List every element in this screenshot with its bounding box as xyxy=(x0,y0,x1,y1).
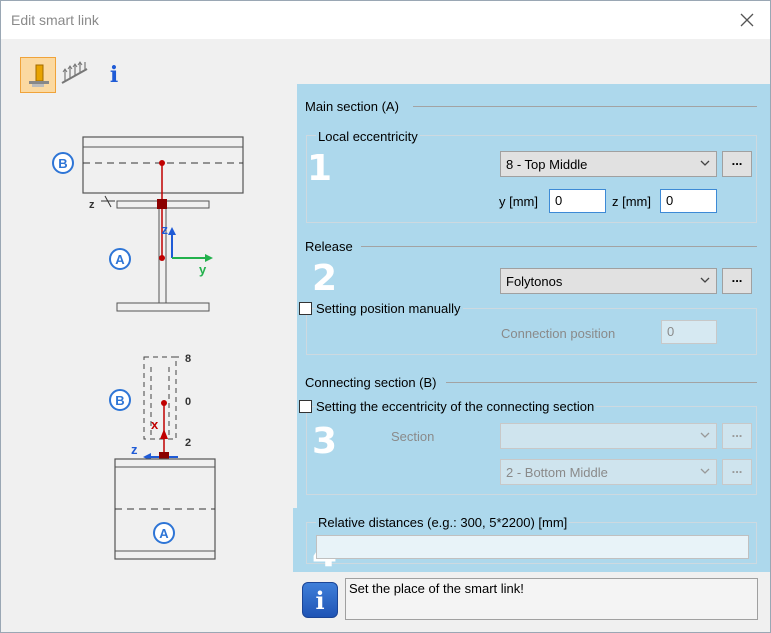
section-marker-3: 3 xyxy=(312,421,338,462)
smart-link-icon xyxy=(29,64,49,87)
load-arrows-button[interactable] xyxy=(58,57,94,93)
chevron-down-icon xyxy=(700,160,710,166)
connecting-position-select[interactable]: 2 - Bottom Middle xyxy=(500,459,717,485)
info-message-icon: i xyxy=(302,582,338,618)
close-button[interactable] xyxy=(734,7,760,33)
y-mm-input[interactable]: 0 xyxy=(549,189,606,213)
distributed-load-icon xyxy=(61,61,88,84)
chevron-down-icon xyxy=(700,468,710,474)
connecting-section-header: Connecting section (B) xyxy=(305,375,437,390)
diagram-z-small: z xyxy=(89,199,95,211)
release-header: Release xyxy=(305,239,353,254)
chevron-down-icon xyxy=(700,277,710,283)
connecting-eccentricity-checkbox[interactable] xyxy=(299,400,312,413)
relative-distances-input[interactable] xyxy=(316,535,749,559)
relative-distances-label: Relative distances (e.g.: 300, 5*2200) [… xyxy=(316,515,570,530)
eccentricity-position-more-button[interactable]: ... xyxy=(722,151,752,177)
diagram-axis-y: y xyxy=(199,262,207,277)
manual-position-label[interactable]: Setting position manually xyxy=(316,301,463,316)
manual-position-checkbox[interactable] xyxy=(299,302,312,315)
info-message: Set the place of the smart link! xyxy=(345,578,758,620)
window-title: Edit smart link xyxy=(11,12,99,28)
connecting-position-more-button[interactable]: ... xyxy=(722,459,752,485)
smart-link-mode-button[interactable] xyxy=(20,57,56,93)
diagram-tick-8: 8 xyxy=(185,353,191,365)
local-eccentricity-label: Local eccentricity xyxy=(316,129,420,144)
connection-position-label: Connection position xyxy=(501,326,616,341)
chevron-down-icon xyxy=(700,432,710,438)
connecting-eccentricity-label[interactable]: Setting the eccentricity of the connecti… xyxy=(316,399,597,414)
divider xyxy=(361,246,757,247)
title-bar: Edit smart link xyxy=(1,1,770,39)
release-select[interactable]: Folytonos xyxy=(500,268,717,294)
diagram-axis-z: z xyxy=(162,222,169,237)
z-mm-input[interactable]: 0 xyxy=(660,189,717,213)
diagram-axis-z-bottom: z xyxy=(131,442,138,457)
diagram-label-a-top: A xyxy=(115,252,125,267)
section-marker-1: 1 xyxy=(307,148,333,189)
info-button[interactable]: i xyxy=(96,57,132,93)
y-mm-label: y [mm] xyxy=(499,194,538,209)
z-mm-label: z [mm] xyxy=(612,194,651,209)
main-section-header: Main section (A) xyxy=(305,99,399,114)
eccentricity-position-select[interactable]: 8 - Top Middle xyxy=(500,151,717,177)
close-icon xyxy=(740,13,754,27)
divider xyxy=(446,382,757,383)
section-marker-2: 2 xyxy=(312,258,338,299)
dialog-window: Edit smart link i B z z y A 8 0 2 B x z … xyxy=(0,0,771,633)
connection-position-input[interactable]: 0 xyxy=(661,320,717,344)
diagram-axis-x: x xyxy=(151,417,159,432)
divider xyxy=(413,106,757,107)
diagram-tick-2: 2 xyxy=(185,437,191,449)
link-diagram: B z z y A 8 0 2 B x z A xyxy=(52,136,244,560)
info-icon: i xyxy=(109,62,119,88)
connecting-section-select[interactable] xyxy=(500,423,717,449)
release-more-button[interactable]: ... xyxy=(722,268,752,294)
section-label: Section xyxy=(391,429,435,444)
diagram-label-a-bottom: A xyxy=(159,526,169,541)
connecting-section-more-button[interactable]: ... xyxy=(722,423,752,449)
diagram-tick-0: 0 xyxy=(185,396,191,408)
diagram-label-b-top: B xyxy=(58,156,67,171)
diagram-label-b-bottom: B xyxy=(115,393,124,408)
